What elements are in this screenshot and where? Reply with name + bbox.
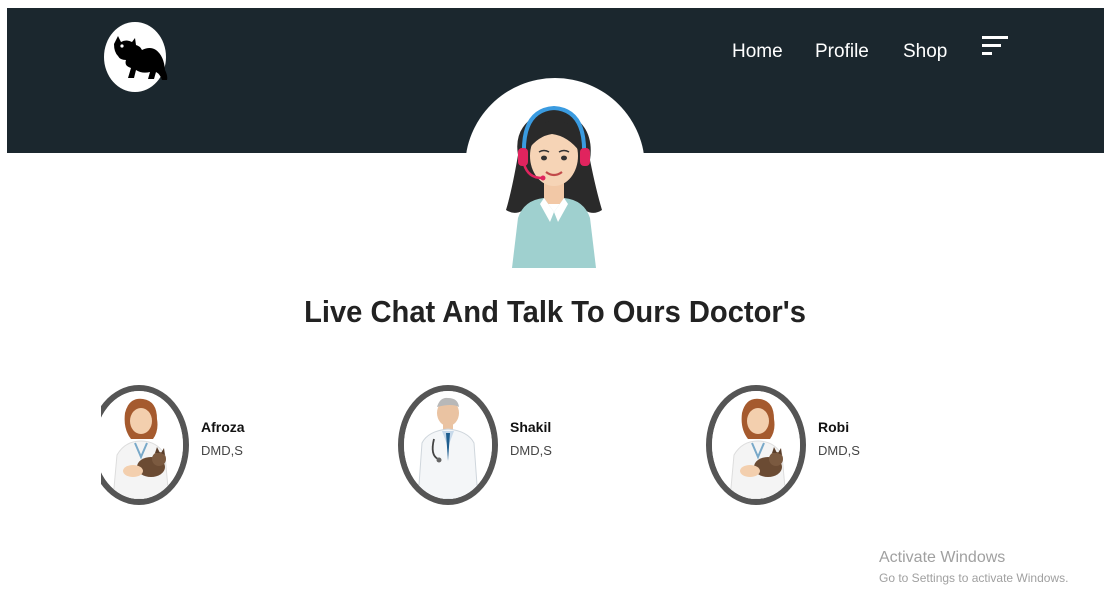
doctor-name: Robi [818, 419, 850, 435]
left-clip-mask [0, 370, 101, 520]
nav-profile[interactable]: Profile [815, 41, 869, 63]
nav-shop[interactable]: Shop [903, 41, 947, 63]
windows-activation-watermark: Activate Windows Go to Settings to activ… [879, 549, 1068, 585]
doctor-card-robi[interactable]: Robi DMD,S [706, 385, 986, 515]
doctor-with-cat-image [712, 391, 800, 499]
doctor-name: Shakil [510, 419, 552, 435]
doctor-name: Afroza [201, 419, 245, 435]
support-agent-illustration [506, 105, 602, 268]
doctor-card-shakil[interactable]: Shakil DMD,S [398, 385, 678, 515]
doctor-photo [89, 385, 189, 505]
watermark-subtitle: Go to Settings to activate Windows. [879, 571, 1069, 585]
menu-lines-icon[interactable] [982, 35, 1010, 57]
cat-logo-icon [114, 36, 168, 80]
nav-home[interactable]: Home [732, 41, 783, 63]
watermark-title: Activate Windows [879, 549, 1006, 566]
doctor-photo [398, 385, 498, 505]
doctor-photo [706, 385, 806, 505]
doctor-title: DMD,S [201, 443, 243, 458]
doctor-title: DMD,S [818, 443, 860, 458]
page-title: Live Chat And Talk To Ours Doctor's [304, 294, 806, 329]
doctor-with-cat-image [95, 391, 183, 499]
logo[interactable] [104, 22, 168, 92]
male-doctor-image [404, 391, 492, 499]
doctor-title: DMD,S [510, 443, 552, 458]
doctor-card-afroza[interactable]: Afroza DMD,S [89, 385, 369, 515]
